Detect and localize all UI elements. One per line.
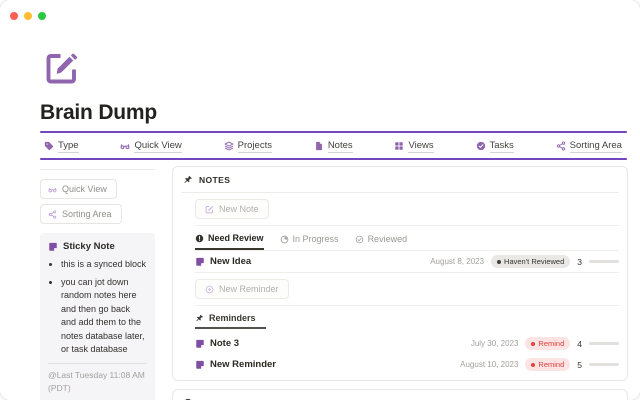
reminder-row[interactable]: New Reminder August 10, 2023 Remind 5 xyxy=(195,354,619,375)
title-divider xyxy=(40,131,627,133)
reminder-row-title: Note 3 xyxy=(195,338,239,349)
window-controls xyxy=(10,12,46,20)
reminder-row[interactable]: Note 3 July 30, 2023 Remind 4 xyxy=(195,333,619,354)
close-window-button[interactable] xyxy=(10,12,18,20)
sticky-note-list: this is a synced block you can jot down … xyxy=(50,258,147,357)
progress-circle-icon xyxy=(280,235,289,244)
layers-icon xyxy=(224,141,234,151)
remind-badge: Remind xyxy=(525,337,570,350)
tabbar-divider xyxy=(40,158,627,160)
reminder-count: 5 xyxy=(577,360,582,370)
main-content: NOTES New Note Need Review In Progress xyxy=(172,166,628,400)
sticky-note-header: Sticky Note xyxy=(48,241,147,252)
reminder-row-title: New Reminder xyxy=(195,359,276,370)
tab-tasks[interactable]: Tasks xyxy=(476,140,514,153)
sidebar-sorting-area-button[interactable]: Sorting Area xyxy=(40,204,122,224)
plus-circle-icon xyxy=(205,285,214,294)
section-divider xyxy=(195,225,619,226)
notes-card: NOTES New Note Need Review In Progress xyxy=(172,166,628,381)
status-tab-reviewed[interactable]: Reviewed xyxy=(355,233,408,250)
progress-bar xyxy=(589,260,619,263)
note-icon xyxy=(48,242,58,252)
sticky-note-bullet: you can jot down random notes here and t… xyxy=(61,276,147,357)
grid-icon xyxy=(394,141,404,151)
glasses-icon xyxy=(48,185,57,194)
sticky-note-block[interactable]: Sticky Note this is a synced block you c… xyxy=(40,233,155,400)
section-divider xyxy=(195,305,619,306)
status-badge: Haven't Reviewed xyxy=(491,255,570,268)
property-tab-bar: Type Quick View Projects Notes Views Tas… xyxy=(44,137,622,155)
note-icon xyxy=(195,339,205,349)
page-title: Brain Dump xyxy=(40,101,157,125)
new-reminder-button[interactable]: New Reminder xyxy=(195,279,289,299)
section-divider xyxy=(195,272,619,273)
note-icon xyxy=(195,360,205,370)
pin-icon xyxy=(195,314,204,323)
reminder-count: 4 xyxy=(577,339,582,349)
reminders-section-header[interactable]: Reminders xyxy=(195,313,266,329)
note-row[interactable]: New Idea August 8, 2023 Haven't Reviewed… xyxy=(195,251,619,272)
progress-bar xyxy=(589,342,619,345)
check-circle-icon xyxy=(476,141,486,151)
glasses-icon xyxy=(120,141,130,151)
note-row-title: New Idea xyxy=(195,256,251,267)
note-date: August 8, 2023 xyxy=(430,257,484,266)
edit-page-icon xyxy=(44,50,80,86)
sidebar-divider xyxy=(40,169,155,170)
tasks-card-header: TASKS & PROJECTS xyxy=(173,390,627,400)
tab-type[interactable]: Type xyxy=(44,140,79,153)
tab-projects[interactable]: Projects xyxy=(224,140,272,153)
sticky-note-timestamp: @Last Tuesday 11:08 AM (PDT) xyxy=(48,369,147,395)
document-icon xyxy=(314,141,324,151)
reminder-date: August 10, 2023 xyxy=(460,360,518,369)
check-ring-icon xyxy=(355,235,364,244)
new-note-button[interactable]: New Note xyxy=(195,199,269,219)
sticky-note-bullet: this is a synced block xyxy=(61,258,147,272)
note-icon xyxy=(195,257,205,267)
tab-notes[interactable]: Notes xyxy=(314,140,353,153)
tag-icon xyxy=(44,141,54,151)
edit-icon xyxy=(205,205,214,214)
card-divider xyxy=(181,192,619,193)
note-count: 3 xyxy=(577,257,582,267)
tab-sorting-area[interactable]: Sorting Area xyxy=(556,140,622,153)
progress-bar xyxy=(589,363,619,366)
status-tab-bar: Need Review In Progress Reviewed xyxy=(195,233,619,250)
nodes-icon xyxy=(556,141,566,151)
notes-card-header: NOTES xyxy=(173,167,627,192)
minimize-window-button[interactable] xyxy=(24,12,32,20)
sidebar-quick-view-button[interactable]: Quick View xyxy=(40,179,117,199)
status-tab-in-progress[interactable]: In Progress xyxy=(280,233,339,250)
reminder-date: July 30, 2023 xyxy=(471,339,519,348)
sidebar: Quick View Sorting Area Sticky Note this… xyxy=(40,166,155,400)
sticky-note-divider xyxy=(48,363,147,364)
nodes-icon xyxy=(48,210,57,219)
app-window: Brain Dump Type Quick View Projects Note… xyxy=(0,0,640,400)
tab-quick-view[interactable]: Quick View xyxy=(120,140,181,153)
zoom-window-button[interactable] xyxy=(38,12,46,20)
remind-badge: Remind xyxy=(525,358,570,371)
status-tab-need-review[interactable]: Need Review xyxy=(195,233,264,250)
tasks-card: TASKS & PROJECTS New Task xyxy=(172,389,628,400)
pin-icon xyxy=(183,175,193,185)
alert-circle-icon xyxy=(195,234,204,243)
tab-views[interactable]: Views xyxy=(394,140,433,153)
